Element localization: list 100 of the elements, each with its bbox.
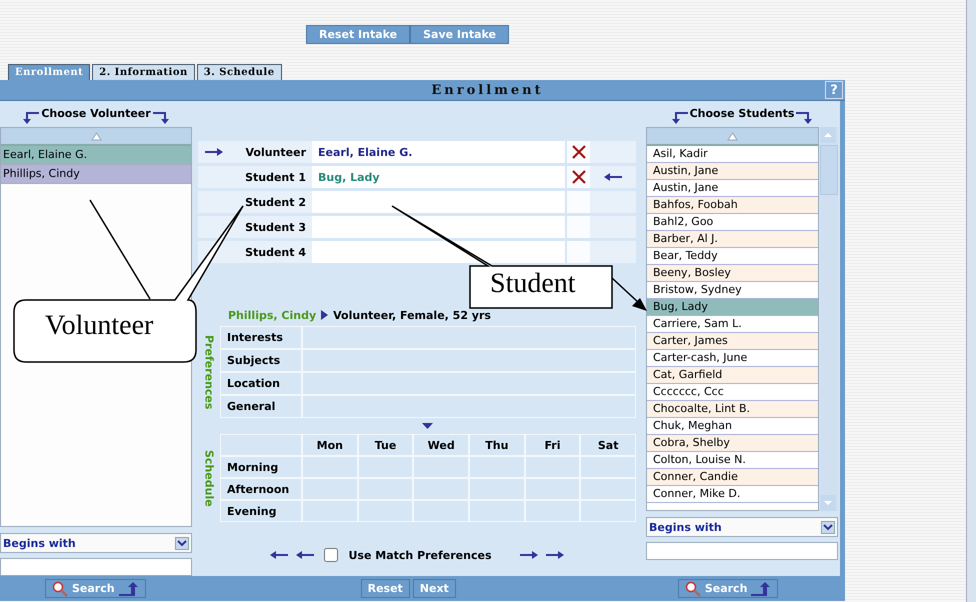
row-label: Morning: [221, 457, 301, 477]
list-item[interactable]: Bug, Lady: [647, 299, 818, 316]
table-cell: [526, 479, 580, 499]
slot-field[interactable]: Eearl, Elaine G.: [312, 141, 565, 163]
table-cell: [581, 457, 635, 477]
bent-arrow-icon: [152, 111, 170, 125]
column-header: Wed: [414, 435, 468, 455]
callout-text: Student: [490, 268, 576, 300]
double-right-arrow-icon[interactable]: [520, 549, 564, 561]
list-item[interactable]: Chuk, Meghan: [647, 418, 818, 435]
list-item[interactable]: Conner, Mike D.: [647, 486, 818, 503]
slot-label: Student 2: [230, 191, 312, 213]
slot-field[interactable]: [312, 241, 565, 263]
row-label: Evening: [221, 501, 301, 521]
list-item[interactable]: Bahl2, Goo: [647, 214, 818, 231]
list-item[interactable]: Asil, Kadir: [647, 146, 818, 163]
list-item[interactable]: Eearl, Elaine G.: [1, 146, 191, 165]
slot-label: Volunteer: [230, 141, 312, 163]
up-arrow-icon: [751, 582, 772, 596]
checkbox-label: Use Match Preferences: [348, 548, 492, 562]
slot-label: Student 4: [230, 241, 312, 263]
section-title: Choose Students: [690, 107, 794, 120]
row-label: Afternoon: [221, 479, 301, 499]
table-cell: [358, 479, 412, 499]
callout-text: Volunteer: [45, 310, 154, 342]
tab[interactable]: 3. Schedule: [196, 64, 282, 80]
list-item[interactable]: Bristow, Sydney: [647, 282, 818, 299]
scrollbar[interactable]: [820, 127, 838, 511]
search-icon: [52, 580, 68, 596]
search-icon: [684, 580, 701, 596]
table-cell: [581, 479, 635, 499]
row-label: Subjects: [221, 350, 301, 371]
list-item[interactable]: Carriere, Sam L.: [647, 316, 818, 333]
panel-title: Enrollment: [431, 82, 544, 98]
list-item[interactable]: Cobra, Shelby: [647, 435, 818, 452]
filter-dropdown[interactable]: Begins with: [0, 533, 192, 553]
slot-cell: [198, 216, 230, 238]
column-header: Fri: [526, 435, 580, 455]
chevron-icon: [175, 536, 189, 550]
table-cell: [358, 501, 412, 521]
table-cell: [358, 457, 412, 477]
row-label: Location: [221, 373, 301, 394]
checkbox[interactable]: [324, 548, 338, 562]
tab[interactable]: 2. Information: [92, 64, 195, 80]
search-field[interactable]: [0, 558, 192, 576]
scroll-thumb[interactable]: [820, 145, 838, 195]
column-header: Thu: [470, 435, 524, 455]
list-item[interactable]: Carter, James: [647, 333, 818, 350]
list-item[interactable]: Colton, Louise N.: [647, 452, 818, 469]
double-left-arrow-icon[interactable]: [270, 549, 314, 561]
volunteer-details: Volunteer, Female, 52 yrs: [333, 308, 491, 322]
list-item[interactable]: Barber, Al J.: [647, 231, 818, 248]
row-label: General: [221, 396, 301, 417]
table-cell: [526, 457, 580, 477]
column-header: Sat: [581, 435, 635, 455]
bent-arrow-icon: [670, 111, 689, 125]
remove-icon[interactable]: [572, 145, 586, 159]
slot-field[interactable]: [312, 216, 565, 238]
filter-dropdown[interactable]: Begins with: [646, 517, 838, 537]
sort-header[interactable]: [1, 128, 191, 146]
list-item[interactable]: Bear, Teddy: [647, 248, 818, 265]
list-item[interactable]: Ccccccc, Ccc: [647, 384, 818, 401]
expand-icon[interactable]: [422, 423, 432, 429]
slot-cell: [590, 141, 636, 163]
list-item[interactable]: Beeny, Bosley: [647, 265, 818, 282]
list-item[interactable]: Conner, Candie: [647, 469, 818, 486]
column-header: Tue: [358, 435, 412, 455]
scroll-up-icon[interactable]: [820, 127, 836, 143]
table-cell: [414, 457, 468, 477]
slot-field[interactable]: Bug, Lady: [312, 166, 565, 188]
list-item[interactable]: Cat, Garfield: [647, 367, 818, 384]
list-item[interactable]: Bahfos, Foobah: [647, 197, 818, 214]
section-title: Choose Volunteer: [41, 107, 151, 120]
table-cell: [526, 501, 580, 521]
row-label: Interests: [221, 327, 301, 348]
section-label: Schedule: [202, 448, 216, 508]
page-scrollbar[interactable]: [966, 0, 976, 602]
table-cell: [470, 457, 524, 477]
table-cell: [303, 479, 357, 499]
sort-icon: [727, 132, 738, 140]
table-cell: [414, 501, 468, 521]
play-icon: [321, 310, 328, 320]
column-header: Mon: [303, 435, 357, 455]
list-item[interactable]: Austin, Jane: [647, 180, 818, 197]
list-item[interactable]: Carter-cash, June: [647, 350, 818, 367]
bent-arrow-icon: [22, 111, 40, 125]
bent-arrow-icon: [795, 111, 814, 125]
list-item[interactable]: Austin, Jane: [647, 163, 818, 180]
list-item[interactable]: Phillips, Cindy: [1, 165, 191, 184]
search-field[interactable]: [646, 542, 838, 560]
slot-field[interactable]: [312, 191, 565, 213]
list-item[interactable]: Chocoalte, Lint B.: [647, 401, 818, 418]
table-cell: [303, 457, 357, 477]
sort-header[interactable]: [647, 128, 818, 146]
scroll-down-icon[interactable]: [820, 495, 836, 511]
table-cell: [470, 479, 524, 499]
sort-icon: [90, 132, 102, 140]
table-cell: [470, 501, 524, 521]
table-cell: [303, 501, 357, 521]
remove-icon[interactable]: [572, 170, 586, 184]
